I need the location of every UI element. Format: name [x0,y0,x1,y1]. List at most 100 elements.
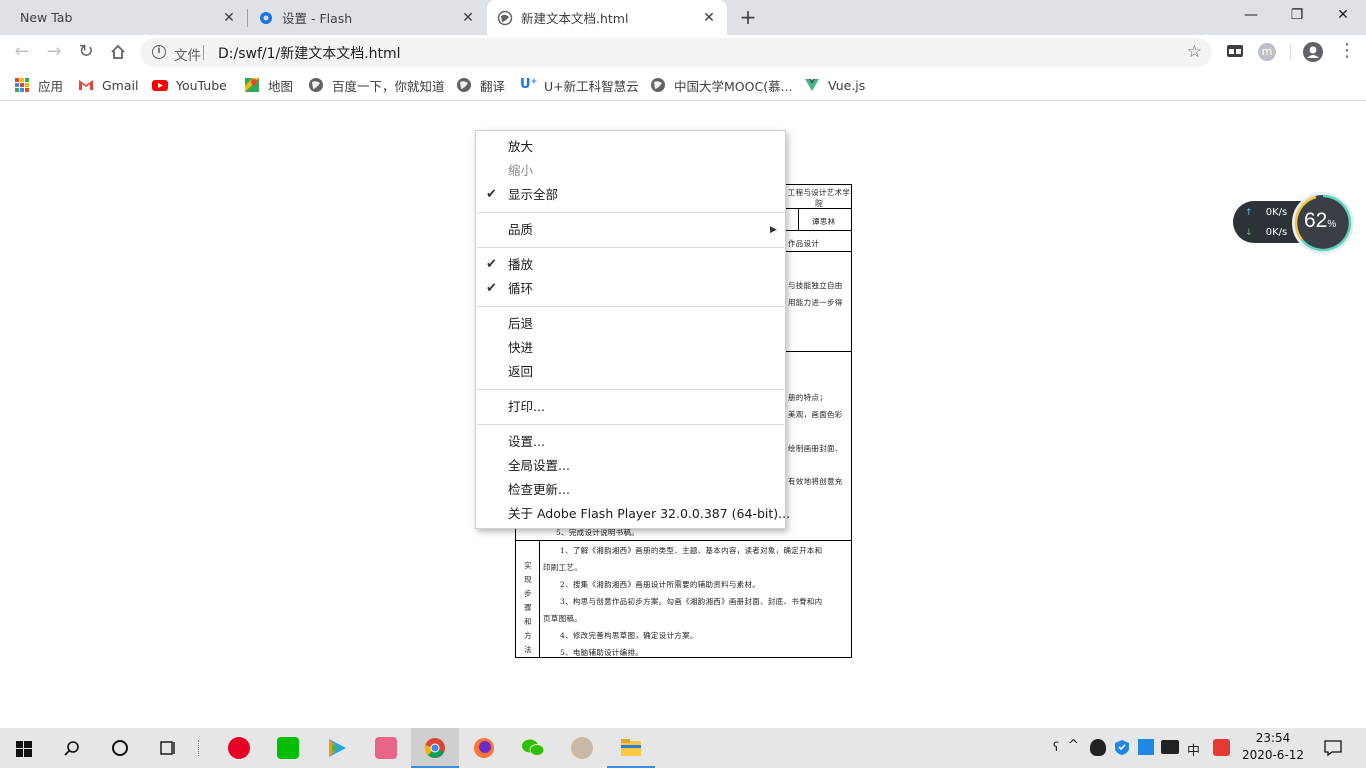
taskbar-app-tencent-video[interactable] [313,728,361,768]
tab-new-tab[interactable]: New Tab ✕ [0,0,247,35]
forward-arrow-icon[interactable]: → [40,38,68,66]
minimize-button[interactable]: — [1228,0,1274,30]
menu-item-global-settings[interactable]: 全局设置... [508,455,570,477]
table-line [798,208,799,230]
bookmark-baidu[interactable]: 百度一下，你就知道 [308,75,445,95]
qq-tray-icon[interactable] [1090,739,1106,756]
doc-row-text: 绘制画册封面、 [788,444,843,453]
task-view-button[interactable] [144,728,192,768]
menu-item-forward[interactable]: 快进 [508,337,533,359]
menu-separator [477,389,784,390]
chevron-up-icon[interactable]: ^ [1068,738,1079,753]
taskbar-app-iqiyi[interactable] [264,728,312,768]
reload-icon[interactable]: ↻ [72,38,100,66]
taskbar-app-firefox[interactable] [460,728,508,768]
menu-item-settings[interactable]: 设置... [508,431,545,453]
taskbar-app-avatar[interactable] [558,728,606,768]
menu-item-check-updates[interactable]: 检查更新... [508,479,570,501]
table-line [786,230,852,231]
m-extension-icon[interactable]: m [1258,43,1276,61]
menu-item-rewind[interactable]: 后退 [508,313,533,335]
bookmark-apps[interactable]: 应用 [14,75,63,95]
close-icon[interactable]: ✕ [460,10,476,26]
menu-item-back[interactable]: 返回 [508,361,533,383]
windows-taskbar: ʕ ^ 中 23:54 2020-6-12 [0,728,1366,768]
doc-row-text: 美观，画面色彩 [788,410,843,419]
doc-row-text: 册的特点； [788,393,827,402]
taskbar-app-chrome[interactable] [411,728,459,768]
taskbar-app-file-explorer[interactable] [607,728,655,768]
menu-item-show-all[interactable]: 显示全部 [508,184,558,206]
doc-step-line: 4、修改完善构思草图，确定设计方案。 [560,631,698,640]
menu-item-about[interactable]: 关于 Adobe Flash Player 32.0.0.387 (64-bit… [508,503,790,525]
menu-item-quality[interactable]: 品质 [508,219,533,241]
gauge-percent: 62 [1304,209,1328,232]
menu-separator [477,424,784,425]
star-icon[interactable]: ☆ [1187,42,1202,62]
bookmark-gmail[interactable]: Gmail [78,75,138,95]
bookmark-u-plus[interactable]: U⁺ U+新工科智慧云 [520,75,639,95]
shield-icon[interactable] [1114,739,1130,760]
ime-indicator[interactable]: 中 [1187,740,1200,759]
cortana-button[interactable] [96,728,144,768]
avatar-app-icon [571,737,593,759]
menu-item-zoom-in[interactable]: 放大 [508,136,533,158]
doc-step-line: 2、搜集《湘韵湘西》画册设计所需要的辅助资料与素材。 [560,580,761,589]
sogou-ime-icon[interactable] [1213,739,1230,756]
bookmark-label: YouTube [176,77,227,93]
restore-button[interactable]: ❐ [1274,0,1320,30]
cortana-circle-icon [112,740,128,756]
tab-title: New Tab [20,10,73,25]
bookmark-vue[interactable]: Vue.js [804,75,865,95]
start-button[interactable] [0,728,48,768]
menu-item-play[interactable]: 播放 [508,254,533,276]
tab-active-document[interactable]: 新建文本文档.html ✕ [487,0,727,35]
profile-avatar-icon[interactable] [1303,42,1323,62]
globe-icon [651,78,665,92]
taskbar-app-wechat[interactable] [509,728,557,768]
maps-icon [245,78,259,92]
doc-row-text: 有效地将创意充 [788,477,843,486]
gmail-icon [79,80,93,90]
taskbar-app-netease-music[interactable] [215,728,263,768]
url-text[interactable]: D:/swf/1/新建文本文档.html [218,43,401,63]
bookmark-maps[interactable]: 地图 [244,75,293,95]
address-bar[interactable]: i 文件 D:/swf/1/新建文本文档.html ☆ [140,38,1212,67]
menu-item-loop[interactable]: 循环 [508,278,533,300]
bookmark-label: 翻译 [480,78,506,94]
back-arrow-icon[interactable]: ← [8,38,36,66]
firefox-icon [474,738,494,758]
bookmark-translate[interactable]: 翻译 [456,75,505,95]
tab-title: 设置 - Flash [282,11,353,26]
new-tab-button[interactable]: + [736,6,760,30]
search-button[interactable] [48,728,96,768]
wechat-icon [522,739,545,756]
globe-icon [457,78,471,92]
search-icon [64,741,79,756]
tab-settings-flash[interactable]: 设置 - Flash ✕ [248,0,486,35]
info-icon[interactable]: i [152,45,166,59]
doc-step-line: 5、电脑辅助设计编排。 [560,648,644,657]
home-icon[interactable] [104,38,132,66]
bookmark-mooc[interactable]: 中国大学MOOC(慕... [650,75,793,95]
menu-item-print[interactable]: 打印... [508,396,545,418]
clock[interactable]: 23:54 2020-6-12 [1240,731,1306,762]
memory-gauge[interactable]: 62% [1292,192,1354,254]
bookmark-label: 地图 [268,78,294,94]
extension-icon[interactable] [1226,43,1244,59]
menu-item-zoom-out: 缩小 [508,163,534,178]
clock-date: 2020-6-12 [1241,748,1305,762]
close-icon[interactable]: ✕ [701,10,717,26]
kebab-menu-icon[interactable]: ⋮ [1338,40,1356,64]
upload-tool-tray-icon[interactable] [1138,739,1154,755]
bookmark-youtube[interactable]: YouTube [152,75,227,95]
windows-logo-icon [16,741,32,757]
taskbar-app-bilibili[interactable] [362,728,410,768]
upload-arrow-icon: ↑ [1245,208,1253,218]
doc-step-line: 1、了解《湘韵湘西》画册的类型、主题、基本内容，读者对象，确定开本和 [560,546,823,555]
close-icon[interactable]: ✕ [221,10,237,26]
notification-icon[interactable] [1324,739,1342,761]
bookmark-label: Vue.js [828,77,866,93]
network-icon[interactable] [1161,740,1179,754]
close-window-button[interactable]: ✕ [1320,0,1366,30]
